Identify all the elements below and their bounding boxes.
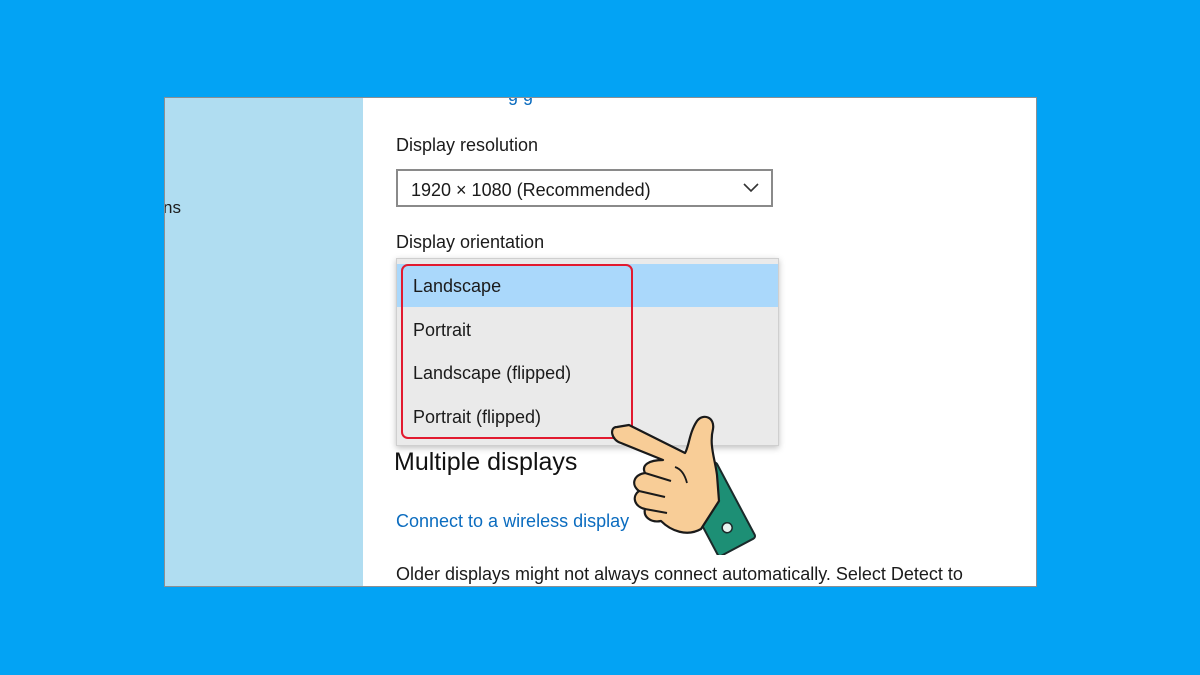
connect-wireless-display-link[interactable]: Connect to a wireless display: [396, 511, 629, 532]
display-resolution-value: 1920 × 1080 (Recommended): [411, 180, 651, 200]
sidebar-item-fragment[interactable]: ns: [165, 198, 181, 218]
display-resolution-select[interactable]: 1920 × 1080 (Recommended): [396, 169, 773, 207]
settings-window: ns g g Display resolution 1920 × 1080 (R…: [164, 97, 1037, 587]
sidebar: ns: [165, 98, 363, 586]
pointing-hand-icon: [611, 415, 756, 555]
display-orientation-label: Display orientation: [396, 232, 545, 252]
chevron-down-icon: [743, 183, 759, 193]
multiple-displays-heading: Multiple displays: [394, 448, 578, 476]
detect-description-text: Older displays might not always connect …: [396, 564, 963, 584]
display-resolution-label: Display resolution: [396, 135, 539, 155]
red-highlight-outline: [401, 264, 633, 439]
top-link-fragment[interactable]: g g: [508, 98, 533, 106]
